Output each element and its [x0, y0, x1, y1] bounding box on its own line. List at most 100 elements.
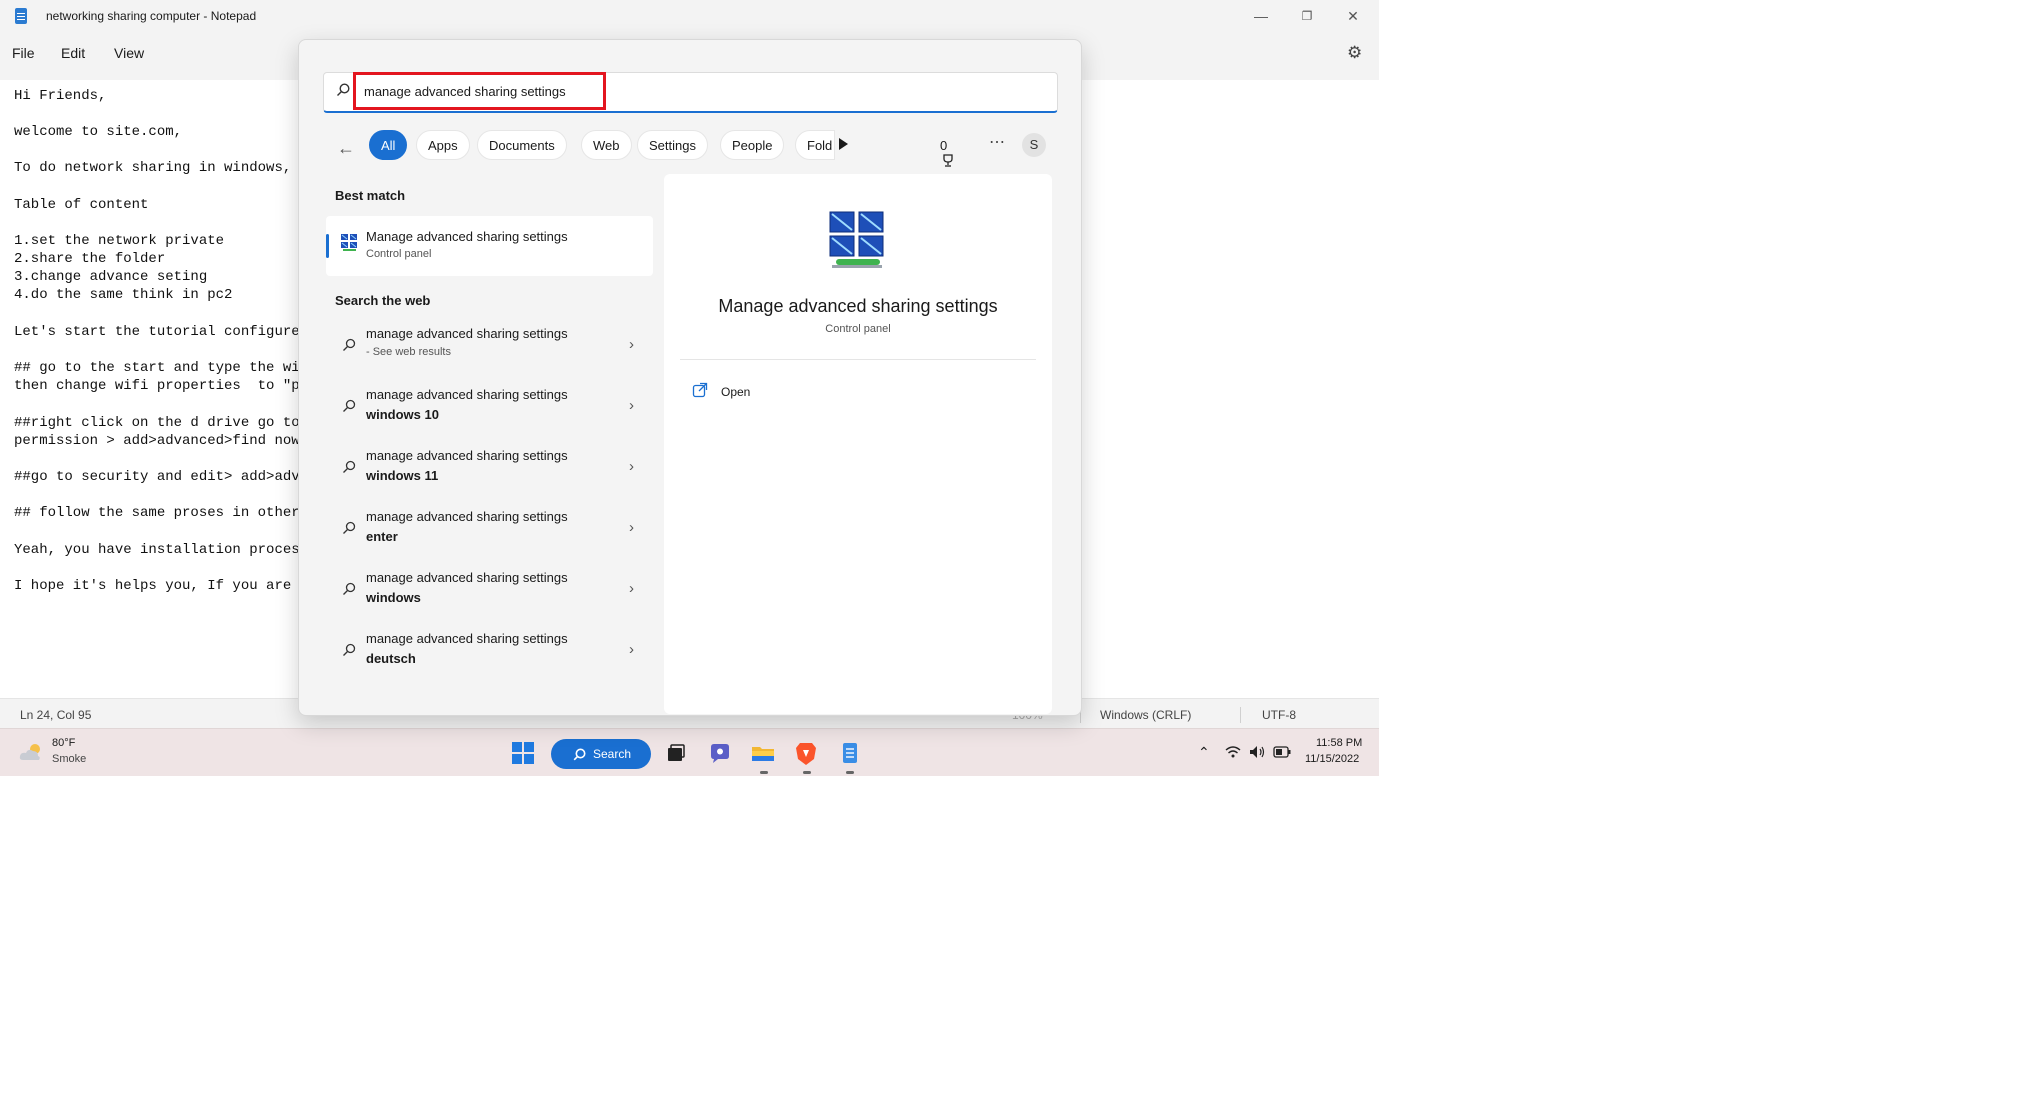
chevron-right-icon[interactable]: › [629, 641, 634, 658]
search-icon [343, 582, 356, 595]
best-match-heading: Best match [335, 188, 406, 203]
result-preview-pane: Manage advanced sharing settings Control… [664, 174, 1052, 714]
more-options-ellipsis-icon[interactable]: ⋯ [989, 132, 1006, 152]
web-result-item[interactable]: manage advanced sharing settings windows… [326, 562, 653, 622]
minimize-button[interactable]: — [1241, 4, 1281, 28]
web-result-item[interactable]: manage advanced sharing settings enter › [326, 501, 653, 561]
windows-start-icon[interactable] [512, 742, 534, 764]
running-indicator [803, 771, 811, 774]
filter-settings[interactable]: Settings [637, 130, 708, 160]
filter-apps[interactable]: Apps [416, 130, 470, 160]
settings-gear-icon[interactable]: ⚙ [1347, 44, 1365, 62]
editor-line: ##go to security and edit> add>adva [14, 469, 309, 485]
web-result-item[interactable]: manage advanced sharing settings deutsch… [326, 623, 653, 683]
filter-documents[interactable]: Documents [477, 130, 567, 160]
editor-line: 1.set the network private [14, 233, 225, 249]
taskbar: 80°F Smoke Search ⌃ 11:58 PM 11/15/2022 [0, 728, 1379, 776]
volume-icon[interactable] [1249, 745, 1267, 759]
weather-temperature[interactable]: 80°F [52, 737, 75, 749]
chevron-right-icon[interactable]: › [629, 519, 634, 536]
filter-folders[interactable]: Fold [795, 130, 835, 160]
preview-title: Manage advanced sharing settings [718, 296, 998, 316]
chevron-right-icon[interactable]: › [629, 336, 634, 353]
web-result-suffix: - See web results [366, 346, 451, 358]
editor-line: I hope it's helps you, If you are f [14, 578, 309, 594]
filter-people[interactable]: People [720, 130, 785, 160]
wifi-icon[interactable] [1225, 745, 1241, 759]
editor-line: Let's start the tutorial configure [14, 324, 300, 340]
web-result-item[interactable]: manage advanced sharing settings windows… [326, 379, 653, 439]
web-result-suffix: windows 11 [366, 468, 439, 483]
editor-line: Table of content [14, 197, 149, 213]
notepad-app-icon [15, 8, 27, 24]
network-sharing-icon [829, 211, 884, 268]
search-icon [343, 460, 356, 473]
more-filters-arrow-icon[interactable] [839, 138, 848, 150]
taskbar-search-label: Search [593, 747, 632, 761]
web-result-text: manage advanced sharing settings [366, 509, 568, 524]
chevron-right-icon[interactable]: › [629, 458, 634, 475]
menu-view[interactable]: View [114, 45, 144, 61]
rewards-points[interactable]: 0 [940, 138, 954, 168]
editor-line: Hi Friends, [14, 88, 107, 104]
web-result-item[interactable]: manage advanced sharing settings - See w… [326, 318, 653, 378]
cursor-position: Ln 24, Col 95 [20, 708, 92, 722]
clock-time[interactable]: 11:58 PM [1316, 737, 1362, 749]
search-icon [337, 83, 350, 96]
taskbar-search-button[interactable]: Search [551, 739, 651, 769]
restore-button[interactable]: ❐ [1287, 4, 1327, 28]
teams-chat-icon[interactable] [706, 739, 734, 767]
notepad-taskbar-icon[interactable] [836, 739, 864, 767]
web-result-suffix: windows [366, 590, 421, 605]
editor-line: welcome to site.com, [14, 124, 183, 140]
task-view-icon[interactable] [662, 739, 690, 767]
filter-all[interactable]: All [369, 130, 408, 160]
running-indicator [760, 771, 768, 774]
close-button[interactable]: ✕ [1333, 4, 1373, 28]
editor-line: ##right click on the d drive go to [14, 415, 300, 431]
rewards-trophy-icon [943, 154, 953, 167]
show-hidden-icons-chevron-icon[interactable]: ⌃ [1198, 744, 1210, 761]
search-icon [343, 338, 356, 351]
editor-line: Yeah, you have installation process [14, 542, 309, 558]
menu-edit[interactable]: Edit [61, 45, 85, 61]
web-result-suffix: deutsch [366, 651, 416, 666]
best-match-subtitle: Control panel [366, 248, 432, 260]
network-sharing-icon [341, 234, 357, 251]
weather-cloud-icon[interactable] [18, 741, 44, 763]
weather-description[interactable]: Smoke [52, 753, 86, 765]
web-result-text: manage advanced sharing settings [366, 448, 568, 463]
best-match-result[interactable]: Manage advanced sharing settings Control… [326, 216, 653, 276]
search-icon [343, 399, 356, 412]
web-result-suffix: windows 10 [366, 407, 439, 422]
search-icon [573, 748, 586, 761]
chevron-right-icon[interactable]: › [629, 397, 634, 414]
editor-line: then change wifi properties to "pr [14, 378, 309, 394]
selection-indicator [326, 234, 329, 258]
encoding: UTF-8 [1262, 708, 1296, 722]
chevron-right-icon[interactable]: › [629, 580, 634, 597]
search-icon [343, 521, 356, 534]
back-arrow-icon[interactable]: ← [337, 138, 355, 159]
brave-browser-icon[interactable] [792, 739, 820, 767]
web-result-item[interactable]: manage advanced sharing settings windows… [326, 440, 653, 500]
clock-date[interactable]: 11/15/2022 [1305, 753, 1359, 765]
notepad-titlebar[interactable]: networking sharing computer - Notepad — … [0, 0, 1379, 32]
line-ending: Windows (CRLF) [1100, 708, 1192, 722]
editor-line: 4.do the same think in pc2 [14, 287, 233, 303]
web-result-text: manage advanced sharing settings [366, 631, 568, 646]
filter-web[interactable]: Web [581, 130, 632, 160]
menu-file[interactable]: File [12, 45, 35, 61]
file-explorer-icon[interactable] [749, 739, 777, 767]
highlight-annotation-box [353, 72, 606, 110]
user-avatar[interactable]: S [1022, 133, 1046, 157]
editor-line: ## go to the start and type the wif [14, 360, 309, 376]
editor-line: ## follow the same proses in other [14, 505, 300, 521]
web-result-text: manage advanced sharing settings [366, 326, 568, 341]
open-action-label: Open [721, 385, 751, 399]
editor-line: 3.change advance seting [14, 269, 208, 285]
battery-icon[interactable] [1273, 746, 1291, 758]
rewards-points-value: 0 [940, 138, 948, 153]
search-flyout: ← All Apps Documents Web Settings People… [298, 39, 1082, 716]
best-match-title: Manage advanced sharing settings [366, 229, 568, 244]
